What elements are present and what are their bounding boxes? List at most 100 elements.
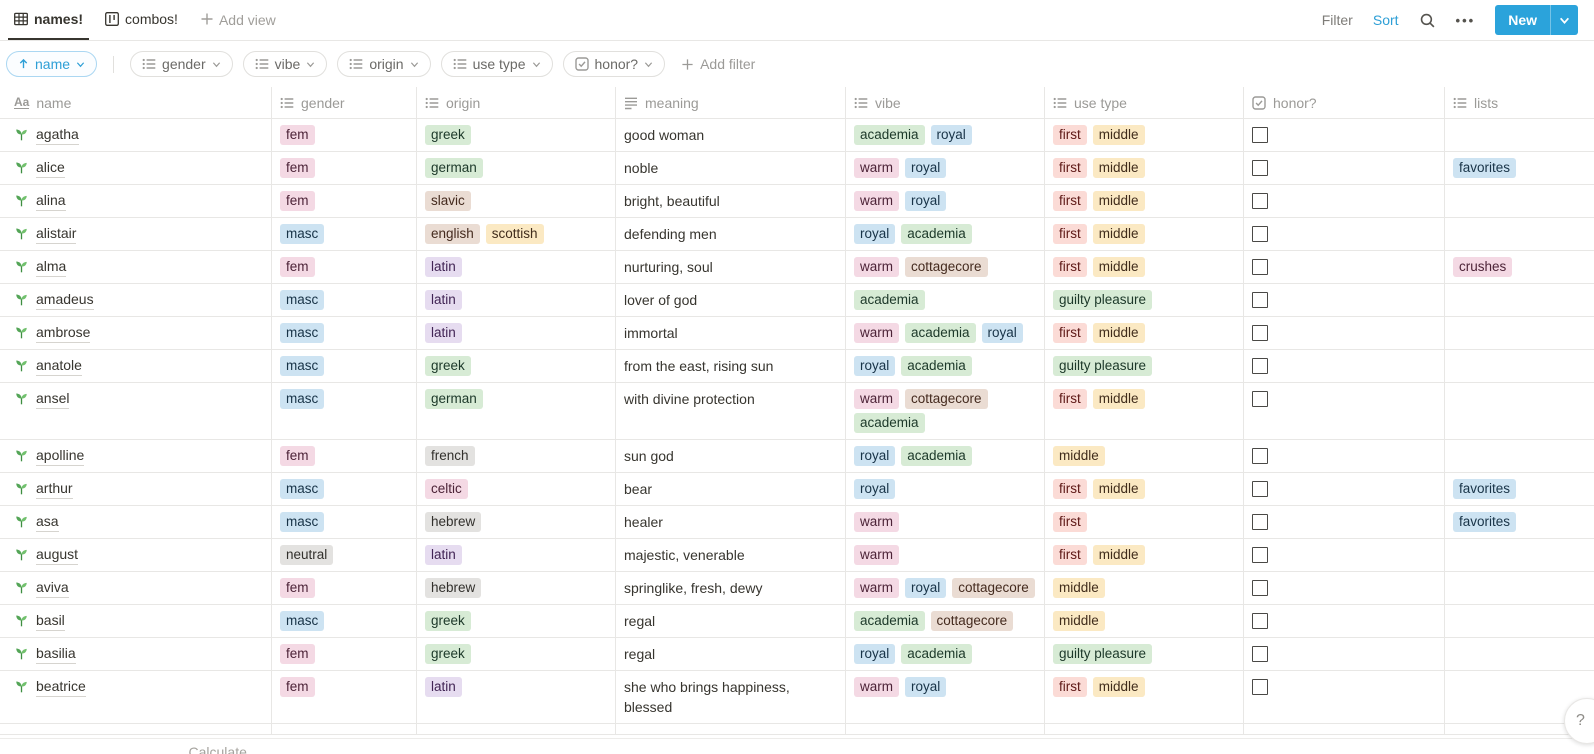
cell-lists[interactable] [1445, 440, 1594, 472]
column-header-vibe[interactable]: vibe [846, 87, 1045, 118]
cell-use_type[interactable]: guilty pleasure [1045, 638, 1244, 670]
cell-honor[interactable] [1244, 218, 1445, 250]
cell-vibe[interactable]: warm academia royal [846, 317, 1045, 349]
cell-honor[interactable] [1244, 383, 1445, 439]
cell-honor[interactable] [1244, 251, 1445, 283]
cell-lists[interactable] [1445, 218, 1594, 250]
more-options-icon[interactable]: ••• [1456, 13, 1476, 28]
cell-gender[interactable]: masc [272, 383, 417, 439]
cell-vibe[interactable]: royal [846, 473, 1045, 505]
honor-checkbox[interactable] [1252, 679, 1268, 695]
cell-gender[interactable]: masc [272, 605, 417, 637]
honor-checkbox[interactable] [1252, 613, 1268, 629]
cell-lists[interactable] [1445, 317, 1594, 349]
cell-name[interactable]: ansel [0, 383, 272, 439]
cell-meaning[interactable]: good woman [616, 119, 846, 151]
name-link[interactable]: basilia [36, 644, 76, 664]
cell-meaning[interactable]: noble [616, 152, 846, 184]
name-link[interactable]: asa [36, 512, 59, 532]
cell-origin[interactable]: latin [417, 539, 616, 571]
name-link[interactable]: agatha [36, 125, 79, 145]
cell-name[interactable]: asa [0, 506, 272, 538]
cell-use_type[interactable]: guilty pleasure [1045, 284, 1244, 316]
cell-name[interactable]: amadeus [0, 284, 272, 316]
cell-gender[interactable]: fem [272, 440, 417, 472]
cell-name[interactable]: basilia [0, 638, 272, 670]
honor-checkbox[interactable] [1252, 448, 1268, 464]
cell-gender[interactable]: masc [272, 506, 417, 538]
cell-vibe[interactable]: academia cottagecore [846, 605, 1045, 637]
filter-chip-usetype[interactable]: use type [440, 51, 553, 77]
cell-origin[interactable]: greek [417, 119, 616, 151]
sort-button[interactable]: Sort [1373, 12, 1399, 28]
cell-origin[interactable]: hebrew [417, 506, 616, 538]
cell-honor[interactable] [1244, 317, 1445, 349]
filter-chip-vibe[interactable]: vibe [242, 51, 328, 77]
cell-name[interactable]: agatha [0, 119, 272, 151]
cell-origin[interactable]: latin [417, 251, 616, 283]
cell-use_type[interactable]: first middle [1045, 671, 1244, 723]
cell-origin[interactable]: hebrew [417, 572, 616, 604]
honor-checkbox[interactable] [1252, 193, 1268, 209]
cell-name[interactable]: basil [0, 605, 272, 637]
cell-use_type[interactable]: first middle [1045, 152, 1244, 184]
cell-use_type[interactable]: first middle [1045, 473, 1244, 505]
honor-checkbox[interactable] [1252, 160, 1268, 176]
honor-checkbox[interactable] [1252, 325, 1268, 341]
cell-origin[interactable]: german [417, 383, 616, 439]
cell-origin[interactable]: french [417, 440, 616, 472]
search-icon[interactable] [1419, 12, 1436, 29]
name-link[interactable]: basil [36, 611, 65, 631]
cell-vibe[interactable]: warm royal [846, 185, 1045, 217]
cell-honor[interactable] [1244, 473, 1445, 505]
cell-name[interactable]: alistair [0, 218, 272, 250]
name-link[interactable]: ansel [36, 389, 70, 409]
name-link[interactable]: alina [36, 191, 66, 211]
cell-name[interactable]: anatole [0, 350, 272, 382]
cell-gender[interactable]: fem [272, 119, 417, 151]
tab-names[interactable]: names! [8, 0, 90, 40]
cell-lists[interactable] [1445, 383, 1594, 439]
cell-meaning[interactable]: nurturing, soul [616, 251, 846, 283]
cell-use_type[interactable]: first middle [1045, 218, 1244, 250]
cell-use_type[interactable]: first middle [1045, 119, 1244, 151]
cell-meaning[interactable]: sun god [616, 440, 846, 472]
filter-button[interactable]: Filter [1322, 12, 1353, 28]
name-link[interactable]: alma [36, 257, 67, 277]
name-link[interactable]: anatole [36, 356, 82, 376]
cell-gender[interactable]: masc [272, 350, 417, 382]
cell-vibe[interactable]: royal academia [846, 638, 1045, 670]
cell-honor[interactable] [1244, 572, 1445, 604]
cell-use_type[interactable]: first [1045, 506, 1244, 538]
cell-vibe[interactable]: academia royal [846, 119, 1045, 151]
cell-honor[interactable] [1244, 284, 1445, 316]
cell-use_type[interactable]: first middle [1045, 539, 1244, 571]
cell-lists[interactable] [1445, 605, 1594, 637]
cell-vibe[interactable]: academia [846, 284, 1045, 316]
filter-chip-origin[interactable]: origin [337, 51, 431, 77]
cell-meaning[interactable]: defending men [616, 218, 846, 250]
name-link[interactable]: aviva [36, 578, 69, 598]
cell-lists[interactable] [1445, 638, 1594, 670]
cell-vibe[interactable]: warm [846, 539, 1045, 571]
cell-lists[interactable] [1445, 539, 1594, 571]
cell-use_type[interactable]: guilty pleasure [1045, 350, 1244, 382]
cell-meaning[interactable]: healer [616, 506, 846, 538]
name-link[interactable]: beatrice [36, 677, 86, 697]
cell-origin[interactable]: greek [417, 350, 616, 382]
cell-honor[interactable] [1244, 638, 1445, 670]
cell-gender[interactable]: masc [272, 317, 417, 349]
cell-honor[interactable] [1244, 671, 1445, 723]
cell-vibe[interactable]: warm cottagecore academia [846, 383, 1045, 439]
honor-checkbox[interactable] [1252, 292, 1268, 308]
cell-honor[interactable] [1244, 440, 1445, 472]
cell-use_type[interactable]: first middle [1045, 317, 1244, 349]
add-view-button[interactable]: Add view [194, 12, 282, 29]
cell-vibe[interactable]: warm cottagecore [846, 251, 1045, 283]
cell-gender[interactable]: fem [272, 572, 417, 604]
honor-checkbox[interactable] [1252, 259, 1268, 275]
cell-meaning[interactable]: regal [616, 605, 846, 637]
cell-lists[interactable]: favorites [1445, 506, 1594, 538]
cell-vibe[interactable]: warm [846, 506, 1045, 538]
name-link[interactable]: amadeus [36, 290, 94, 310]
